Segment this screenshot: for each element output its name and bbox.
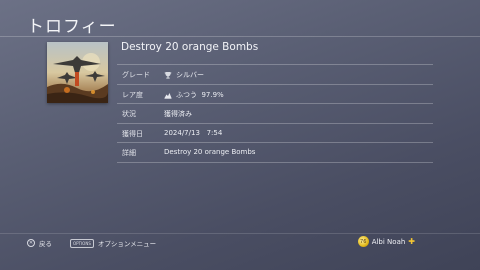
date-label: 獲得日 bbox=[122, 129, 143, 138]
silver-trophy-icon bbox=[164, 71, 172, 79]
footer-controls: ✕ 戻る OPTIONS オプションメニュー bbox=[27, 238, 156, 248]
trophy-details: グレード シルバー レア度 ふつう 97.9% 状況 獲得済み 獲得日 2024… bbox=[117, 64, 433, 163]
avatar[interactable]: 76 bbox=[357, 236, 369, 247]
footer-divider bbox=[0, 233, 480, 234]
circle-button-icon[interactable]: ✕ bbox=[27, 239, 35, 247]
detail-row-grade: グレード シルバー bbox=[117, 64, 433, 84]
options-button-icon[interactable]: OPTIONS bbox=[70, 238, 94, 248]
grade-value: シルバー bbox=[176, 71, 204, 79]
detail-row-description: 詳細 Destroy 20 orange Bombs bbox=[117, 142, 433, 163]
date-value: 2024/7/13 7:54 bbox=[164, 128, 223, 137]
rarity-icon bbox=[164, 91, 172, 99]
trophy-name: Destroy 20 orange Bombs bbox=[121, 41, 259, 53]
status-value: 獲得済み bbox=[164, 110, 192, 118]
description-value: Destroy 20 orange Bombs bbox=[164, 148, 256, 156]
status-label: 状況 bbox=[122, 110, 136, 118]
header-divider bbox=[0, 36, 480, 37]
rarity-label: レア度 bbox=[122, 90, 143, 99]
description-label: 詳細 bbox=[122, 149, 136, 157]
back-label[interactable]: 戻る bbox=[39, 238, 52, 248]
page-title: トロフィー bbox=[27, 17, 117, 37]
user-name: Albi Noah bbox=[371, 237, 406, 246]
detail-row-status: 状況 獲得済み bbox=[117, 103, 433, 123]
plus-icon: ✚ bbox=[408, 237, 415, 246]
trophy-image bbox=[47, 42, 108, 103]
rarity-value: ふつう 97.9% bbox=[176, 90, 224, 99]
options-menu-label[interactable]: オプションメニュー bbox=[98, 238, 156, 248]
detail-row-date: 獲得日 2024/7/13 7:54 bbox=[117, 122, 433, 143]
detail-row-rarity: レア度 ふつう 97.9% bbox=[117, 83, 433, 104]
user-info: 76 Albi Noah ✚ bbox=[357, 236, 415, 247]
grade-label: グレード bbox=[122, 71, 150, 79]
